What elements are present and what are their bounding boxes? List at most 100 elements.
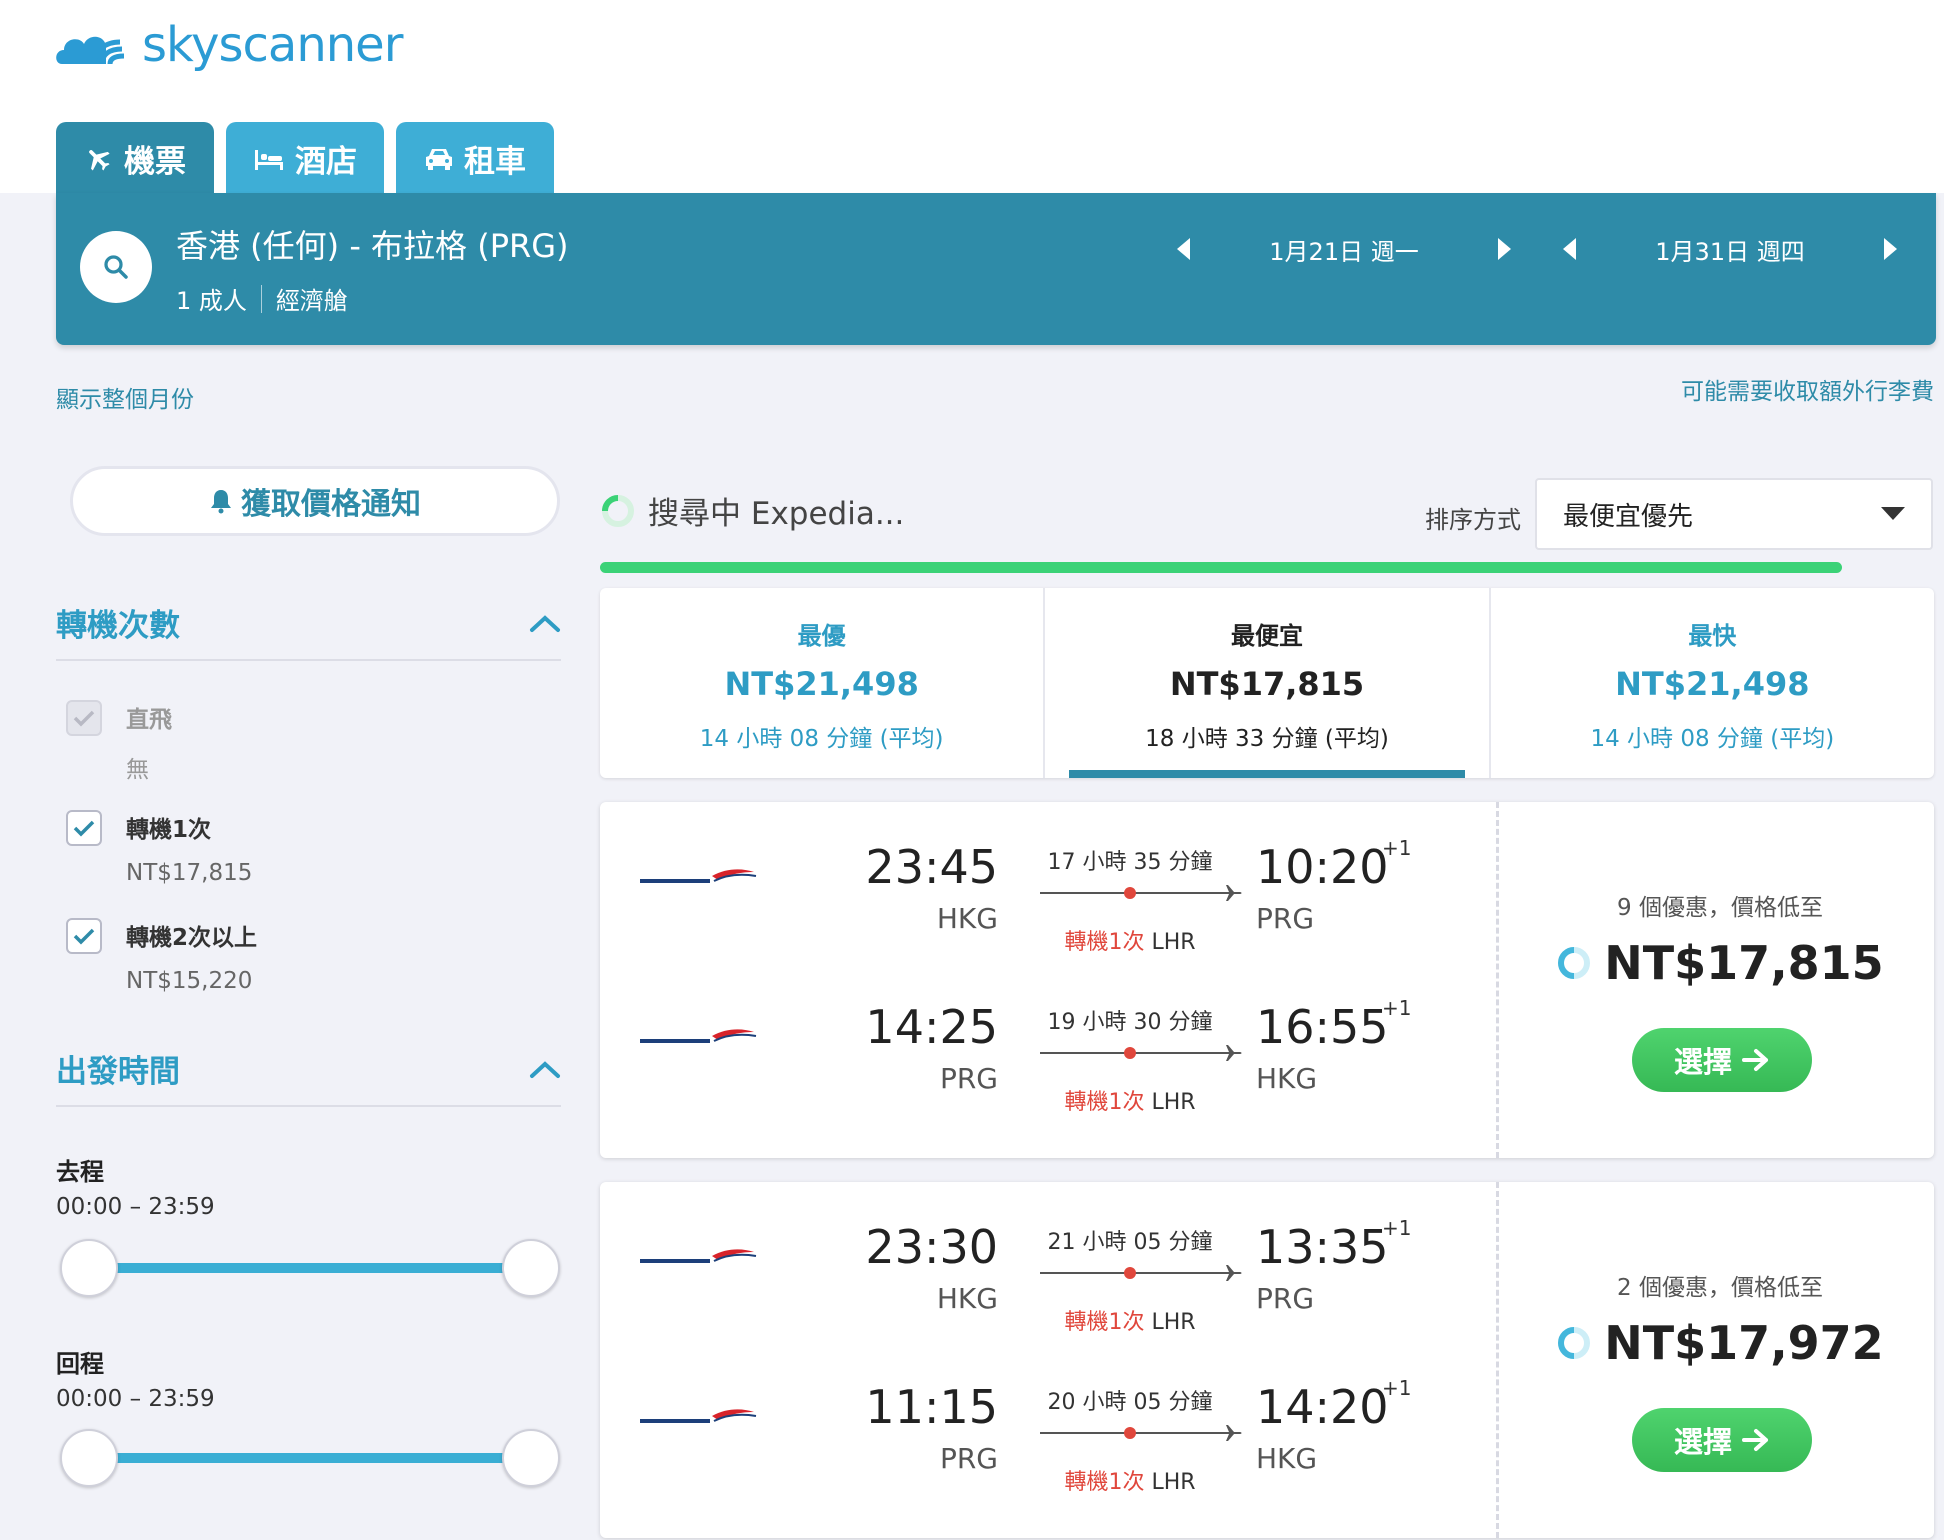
arrival-airport: PRG (1256, 902, 1315, 935)
slider-min-handle[interactable] (60, 1239, 118, 1297)
passenger-info: 1 成人 經濟艙 (176, 281, 348, 316)
offer-price: NT$17,972 (1520, 1316, 1920, 1370)
sort-select[interactable]: 最便宜優先 (1535, 478, 1933, 550)
departure-time: 11:15 (865, 1380, 998, 1434)
stop-count: 轉機1次 (1064, 930, 1145, 955)
arrival-airport: HKG (1256, 1062, 1318, 1095)
stop-airport: LHR (1151, 1470, 1196, 1495)
search-icon (104, 255, 128, 279)
next-day-indicator: +1 (1382, 1376, 1412, 1400)
departure-airport: PRG (939, 1442, 998, 1475)
edit-search-button[interactable] (80, 231, 152, 303)
summary-tabs: 最優 NT$21,498 14 小時 08 分鐘 (平均) 最便宜 NT$17,… (600, 588, 1934, 778)
checkbox-one-stop[interactable] (66, 810, 102, 846)
arrival-time: 10:20 (1256, 840, 1389, 894)
passenger-count: 1 成人 (176, 287, 247, 315)
result-card[interactable]: 23:30 HKG 21 小時 05 分鐘 轉機1次 LHR 13:35 +1 … (600, 1182, 1934, 1538)
checkbox-two-plus-stops[interactable] (66, 918, 102, 954)
depart-next-button[interactable] (1484, 229, 1524, 269)
stop-count: 轉機1次 (1064, 1090, 1145, 1115)
departure-airport: HKG (936, 1282, 998, 1315)
depart-date[interactable]: 1月21日 週一 (1204, 232, 1484, 267)
checkbox-direct[interactable] (66, 700, 102, 736)
slider-max-handle[interactable] (502, 1239, 560, 1297)
stop-info: 轉機1次 LHR (1040, 924, 1220, 956)
outbound-time-slider[interactable] (60, 1238, 560, 1298)
triangle-right-icon (1498, 238, 1511, 260)
tab-flights[interactable]: 機票 (56, 122, 214, 195)
arrival-airport: PRG (1256, 1282, 1315, 1315)
arrow-right-icon (1742, 1049, 1768, 1071)
arrow-right-icon (1742, 1429, 1768, 1451)
return-date[interactable]: 1月31日 週四 (1590, 232, 1870, 267)
stop-dot (1124, 887, 1136, 899)
skyscanner-logo[interactable]: skyscanner (54, 10, 403, 80)
depart-prev-button[interactable] (1164, 229, 1204, 269)
return-prev-button[interactable] (1550, 229, 1590, 269)
cloud-logo-icon (56, 36, 125, 65)
stop-dot (1124, 1427, 1136, 1439)
price-value: NT$17,972 (1604, 1316, 1884, 1370)
tab-car-hire[interactable]: 租車 (396, 122, 554, 195)
stops-option-two-plus[interactable]: 轉機2次以上 NT$15,220 (66, 918, 257, 994)
depart-date-picker: 1月21日 週一 (1164, 229, 1524, 269)
times-filter-header[interactable]: 出發時間 (56, 1046, 561, 1107)
stop-info: 轉機1次 LHR (1040, 1464, 1220, 1496)
slider-min-handle[interactable] (60, 1429, 118, 1487)
option-price: NT$15,220 (126, 968, 253, 994)
departure-time: 14:25 (865, 1000, 998, 1054)
departure-time: 23:30 (865, 1220, 998, 1274)
result-card[interactable]: 23:45 HKG 17 小時 35 分鐘 轉機1次 LHR 10:20 +1 … (600, 802, 1934, 1158)
summary-cheapest[interactable]: 最便宜 NT$17,815 18 小時 33 分鐘 (平均) (1043, 588, 1488, 778)
baggage-fee-link[interactable]: 可能需要收取額外行李費 (1681, 372, 1934, 406)
route-text: 香港 (任何) - 布拉格 (PRG) (176, 227, 569, 265)
stop-airport: LHR (1151, 1090, 1196, 1115)
spinner-icon (602, 494, 634, 527)
stops-option-direct[interactable]: 直飛 無 (66, 700, 172, 784)
stop-dot (1124, 1267, 1136, 1279)
slider-track (88, 1453, 532, 1463)
stop-airport: LHR (1151, 930, 1196, 955)
british-airways-logo (640, 869, 757, 883)
british-airways-logo (640, 1409, 757, 1423)
select-button[interactable]: 選擇 (1632, 1408, 1812, 1472)
route-line (1040, 1045, 1242, 1061)
summary-duration: 18 小時 33 分鐘 (平均) (1145, 726, 1389, 752)
stops-filter-header[interactable]: 轉機次數 (56, 600, 561, 661)
logo-text: skyscanner (142, 17, 403, 73)
checkmark-icon (73, 820, 95, 837)
return-time-slider[interactable] (60, 1428, 560, 1488)
chevron-up-icon[interactable] (529, 613, 561, 633)
chevron-up-icon[interactable] (529, 1059, 561, 1079)
selected-indicator (1069, 770, 1465, 778)
departure-airport: HKG (936, 902, 998, 935)
return-label: 回程 (56, 1350, 104, 1378)
summary-price: NT$17,815 (1169, 665, 1365, 703)
stop-count: 轉機1次 (1064, 1310, 1145, 1335)
summary-fastest[interactable]: 最快 NT$21,498 14 小時 08 分鐘 (平均) (1488, 588, 1934, 778)
stop-dot (1124, 1047, 1136, 1059)
price-alert-button[interactable]: 獲取價格通知 (70, 466, 560, 536)
show-whole-month-link[interactable]: 顯示整個月份 (56, 380, 194, 414)
select-button[interactable]: 選擇 (1632, 1028, 1812, 1092)
search-summary-bar[interactable]: 香港 (任何) - 布拉格 (PRG) 1 成人 經濟艙 1月21日 週一 1月… (56, 193, 1936, 345)
stops-option-one[interactable]: 轉機1次 NT$17,815 (66, 810, 252, 886)
offer-price: NT$17,815 (1520, 936, 1920, 990)
summary-best[interactable]: 最優 NT$21,498 14 小時 08 分鐘 (平均) (600, 588, 1043, 778)
cabin-class: 經濟艙 (275, 287, 348, 315)
slider-max-handle[interactable] (502, 1429, 560, 1487)
tab-hotels[interactable]: 酒店 (226, 122, 384, 195)
return-next-button[interactable] (1870, 229, 1910, 269)
search-status: 搜尋中 Expedia... (600, 488, 904, 533)
plane-small-icon (1222, 1265, 1242, 1281)
card-divider (1496, 1182, 1499, 1538)
triangle-left-icon (1177, 238, 1190, 260)
outbound-label: 去程 (56, 1158, 104, 1186)
tab-hotels-label: 酒店 (295, 144, 357, 180)
summary-duration: 14 小時 08 分鐘 (平均) (699, 726, 944, 752)
car-icon (426, 148, 452, 170)
plane-small-icon (1222, 1045, 1242, 1061)
departure-airport: PRG (939, 1062, 998, 1095)
summary-duration: 14 小時 08 分鐘 (平均) (1590, 726, 1835, 752)
product-tabs: 機票 酒店 租車 (56, 122, 554, 195)
